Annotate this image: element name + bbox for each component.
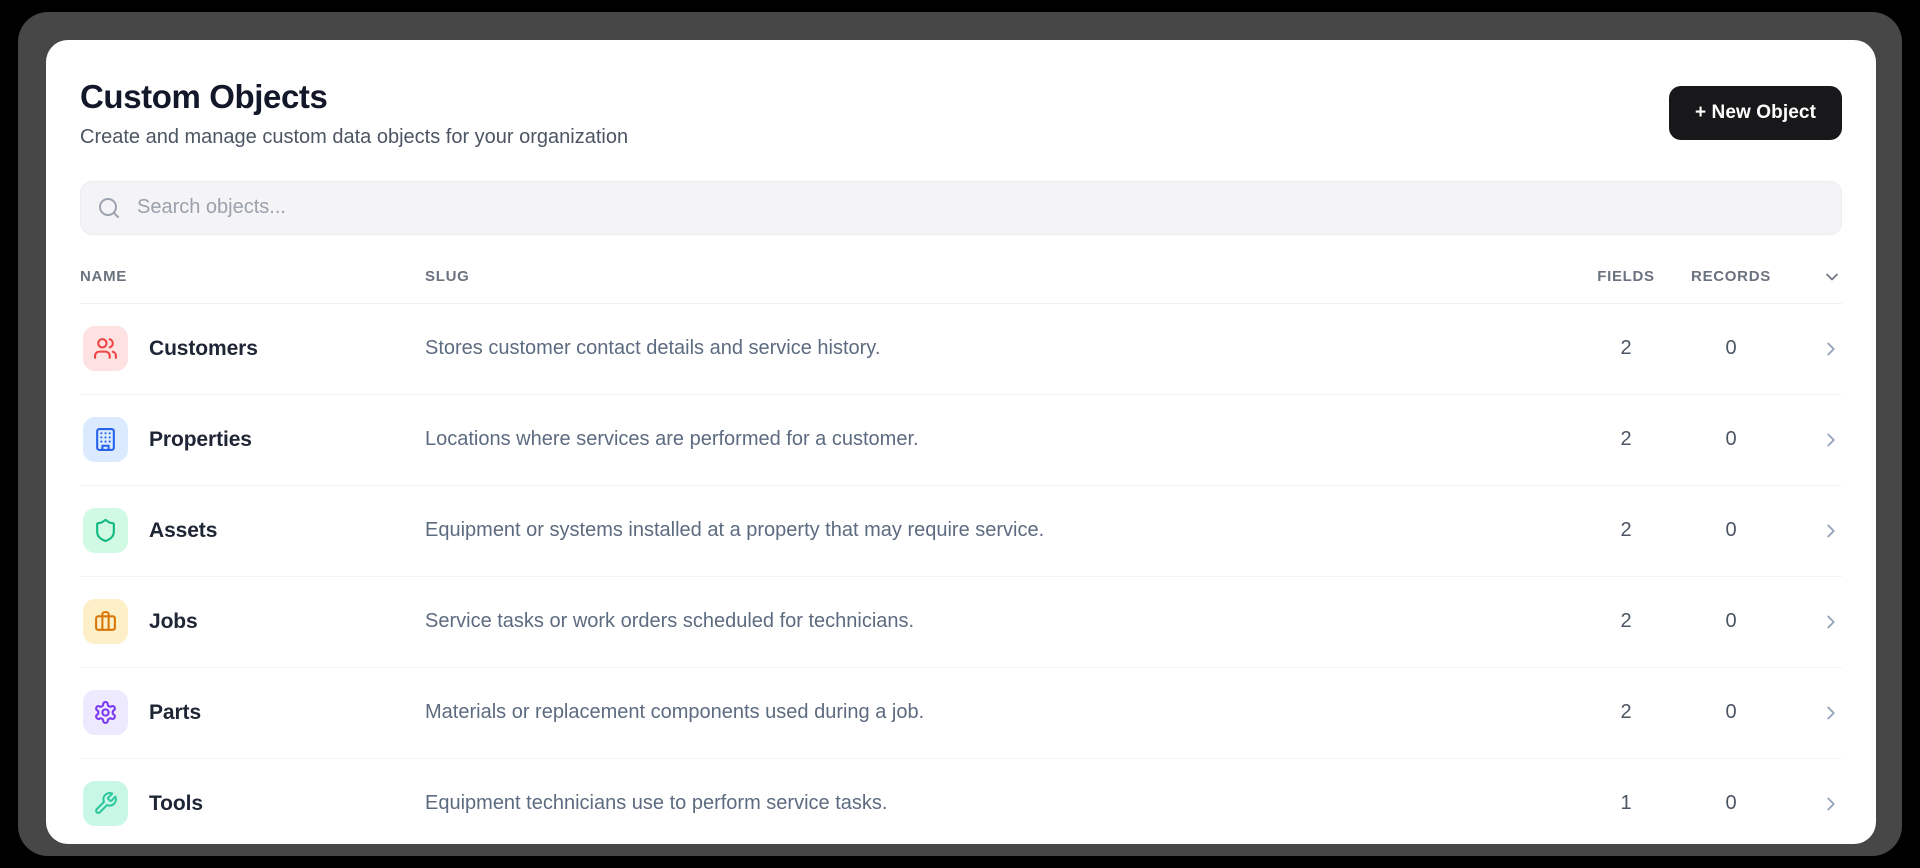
table-row[interactable]: Properties Locations where services are … xyxy=(80,395,1842,486)
object-name-cell: Properties xyxy=(80,417,425,462)
users-icon xyxy=(83,326,128,371)
search-icon xyxy=(97,196,121,220)
object-slug: Locations where services are performed f… xyxy=(425,428,1586,451)
app-window: Custom Objects Create and manage custom … xyxy=(18,12,1902,856)
building-icon xyxy=(83,417,128,462)
records-count: 0 xyxy=(1666,792,1796,815)
object-name-cell: Jobs xyxy=(80,599,425,644)
column-header-fields[interactable]: FIELDS xyxy=(1586,268,1666,285)
records-count: 0 xyxy=(1666,337,1796,360)
records-count: 0 xyxy=(1666,610,1796,633)
chevron-down-icon[interactable] xyxy=(1796,267,1842,287)
wrench-icon xyxy=(83,781,128,826)
fields-count: 2 xyxy=(1586,337,1666,360)
chevron-right-icon[interactable] xyxy=(1796,702,1842,724)
object-slug: Stores customer contact details and serv… xyxy=(425,337,1586,360)
fields-count: 1 xyxy=(1586,792,1666,815)
object-name: Jobs xyxy=(149,610,198,634)
table-row[interactable]: Tools Equipment technicians use to perfo… xyxy=(80,759,1842,844)
page-title: Custom Objects xyxy=(80,78,628,116)
fields-count: 2 xyxy=(1586,519,1666,542)
table-row[interactable]: Jobs Service tasks or work orders schedu… xyxy=(80,577,1842,668)
object-name-cell: Parts xyxy=(80,690,425,735)
object-name: Properties xyxy=(149,428,252,452)
table-header: NAME SLUG FIELDS RECORDS xyxy=(80,235,1842,304)
custom-objects-panel: Custom Objects Create and manage custom … xyxy=(46,40,1876,844)
fields-count: 2 xyxy=(1586,701,1666,724)
briefcase-icon xyxy=(83,599,128,644)
table-body: Customers Stores customer contact detail… xyxy=(80,304,1842,844)
fields-count: 2 xyxy=(1586,610,1666,633)
chevron-right-icon[interactable] xyxy=(1796,429,1842,451)
object-slug: Materials or replacement components used… xyxy=(425,701,1586,724)
records-count: 0 xyxy=(1666,519,1796,542)
page-subtitle: Create and manage custom data objects fo… xyxy=(80,126,628,149)
chevron-right-icon[interactable] xyxy=(1796,611,1842,633)
chevron-right-icon[interactable] xyxy=(1796,793,1842,815)
chevron-right-icon[interactable] xyxy=(1796,338,1842,360)
column-header-name[interactable]: NAME xyxy=(80,268,425,285)
search-bar[interactable] xyxy=(80,181,1842,235)
table-row[interactable]: Customers Stores customer contact detail… xyxy=(80,304,1842,395)
records-count: 0 xyxy=(1666,701,1796,724)
records-count: 0 xyxy=(1666,428,1796,451)
object-name: Tools xyxy=(149,792,203,816)
object-slug: Equipment technicians use to perform ser… xyxy=(425,792,1586,815)
object-name: Assets xyxy=(149,519,217,543)
chevron-right-icon[interactable] xyxy=(1796,520,1842,542)
table-row[interactable]: Parts Materials or replacement component… xyxy=(80,668,1842,759)
gear-icon xyxy=(83,690,128,735)
object-slug: Equipment or systems installed at a prop… xyxy=(425,519,1586,542)
page-heading-group: Custom Objects Create and manage custom … xyxy=(80,78,628,149)
search-input[interactable] xyxy=(135,195,1825,220)
object-name: Parts xyxy=(149,701,201,725)
page-header: Custom Objects Create and manage custom … xyxy=(80,78,1842,149)
new-object-button[interactable]: + New Object xyxy=(1669,86,1842,140)
column-header-slug[interactable]: SLUG xyxy=(425,268,1586,285)
column-header-records[interactable]: RECORDS xyxy=(1666,268,1796,285)
object-slug: Service tasks or work orders scheduled f… xyxy=(425,610,1586,633)
object-name-cell: Customers xyxy=(80,326,425,371)
object-name-cell: Tools xyxy=(80,781,425,826)
shield-icon xyxy=(83,508,128,553)
object-name: Customers xyxy=(149,337,258,361)
object-name-cell: Assets xyxy=(80,508,425,553)
fields-count: 2 xyxy=(1586,428,1666,451)
table-row[interactable]: Assets Equipment or systems installed at… xyxy=(80,486,1842,577)
